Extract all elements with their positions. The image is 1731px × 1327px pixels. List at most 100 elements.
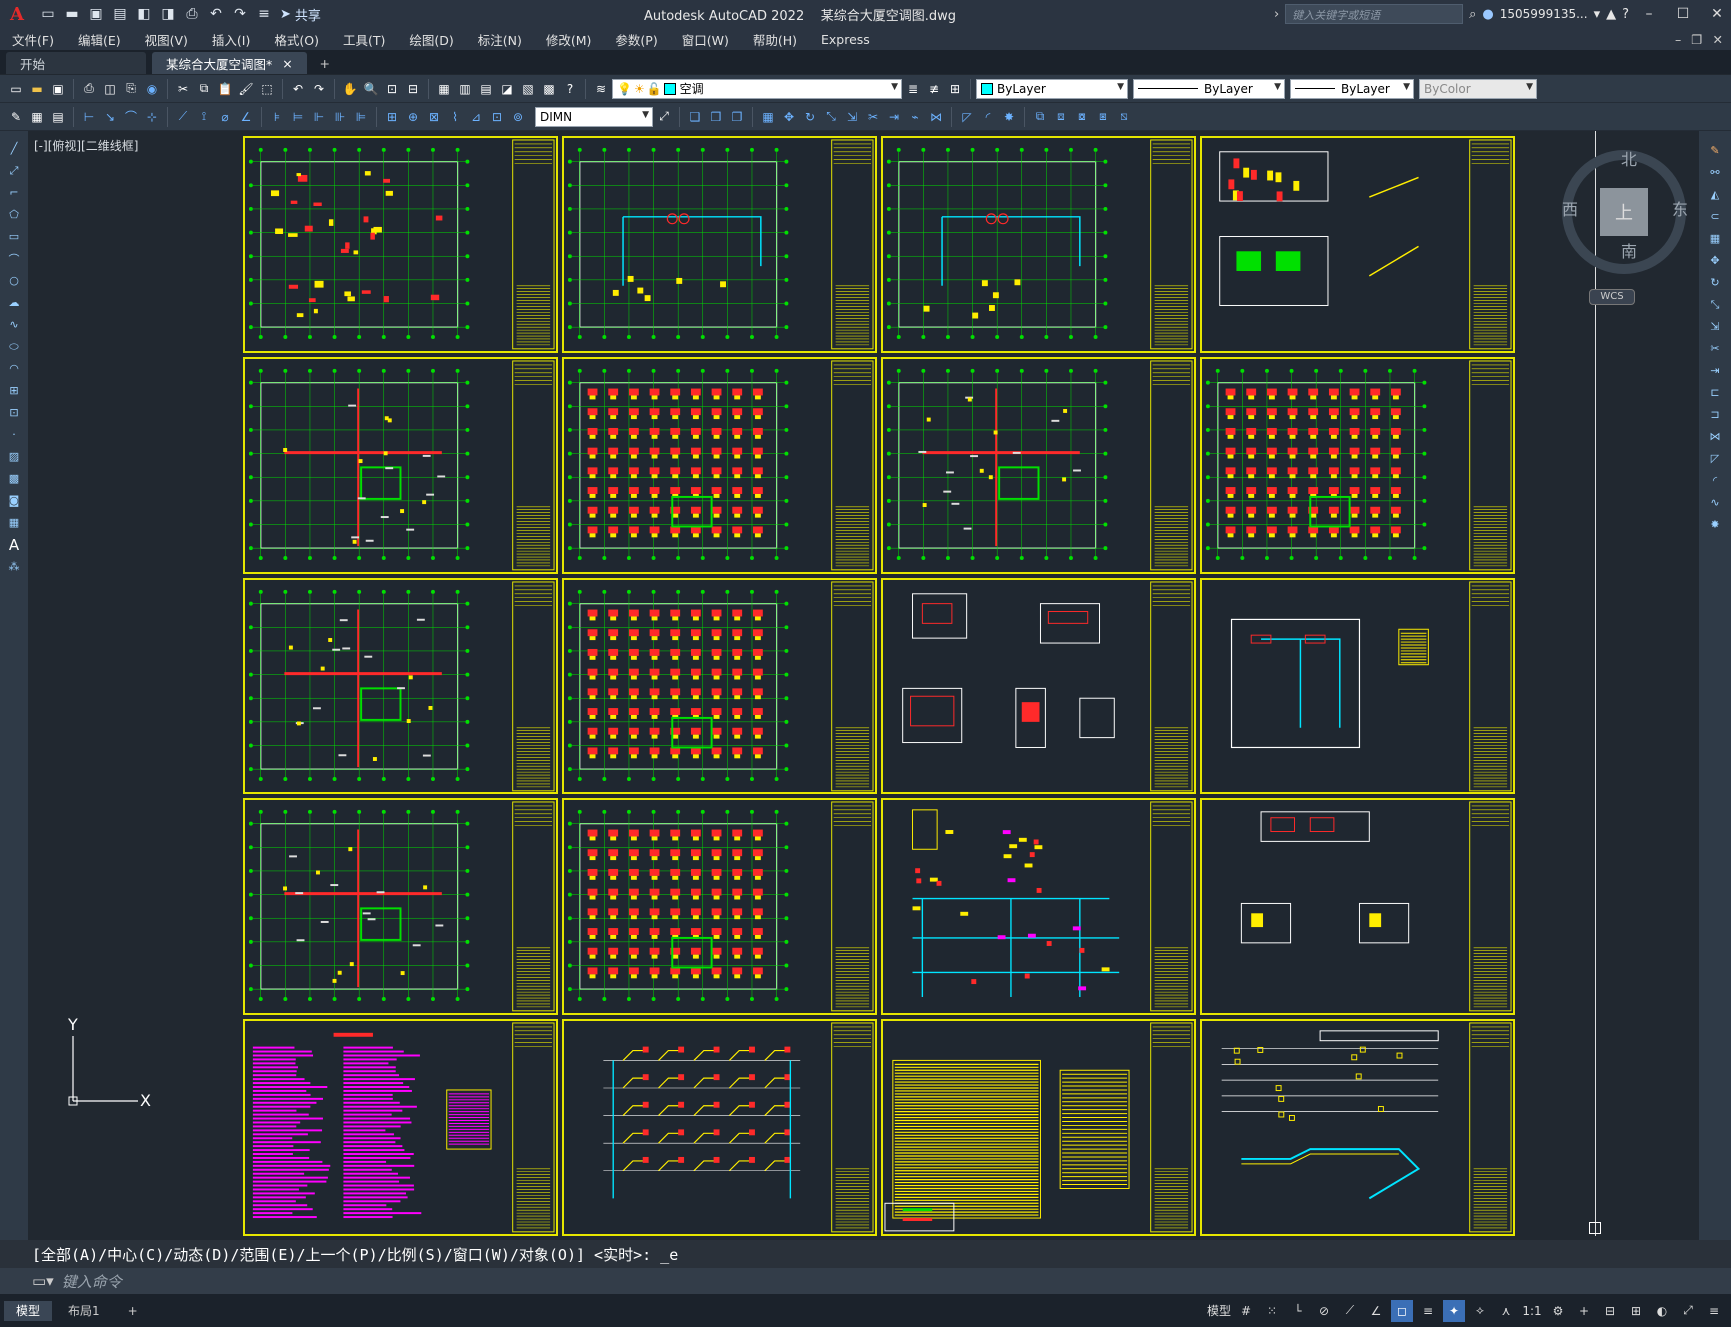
circle-icon[interactable]: ○ — [5, 271, 23, 290]
lineweight-icon[interactable]: ≡ — [1417, 1300, 1439, 1322]
wcs-menu[interactable]: WCS — [1589, 289, 1635, 305]
drawing-sheet[interactable] — [881, 136, 1196, 353]
hatch-back-icon[interactable]: ⧅ — [1115, 108, 1133, 126]
viewcube-west[interactable]: 西 — [1562, 196, 1578, 220]
region-icon[interactable]: ◙ — [5, 491, 23, 510]
menu-edit[interactable]: 编辑(E) — [66, 30, 133, 49]
offset-icon[interactable]: ⊂ — [1706, 207, 1724, 226]
block-editor-icon[interactable]: ⬚ — [258, 80, 276, 98]
menu-express[interactable]: Express — [809, 32, 882, 47]
continue-dim-icon[interactable]: ⊩ — [310, 108, 328, 126]
viewcube-south[interactable]: 南 — [1621, 238, 1637, 262]
ortho-icon[interactable]: └ — [1287, 1300, 1309, 1322]
viewcube-top-face[interactable]: 上 — [1600, 188, 1648, 236]
break-point-icon[interactable]: ⊏ — [1706, 383, 1724, 402]
dimstyle-dropdown[interactable]: DIMN ▼ — [535, 106, 653, 127]
close-tab-icon[interactable]: × — [282, 56, 292, 71]
user-name[interactable]: 1505999135... — [1500, 7, 1588, 21]
annotation-visibility-icon[interactable]: ⋏ — [1495, 1300, 1517, 1322]
selection-cycling-icon[interactable]: ⟡ — [1469, 1300, 1491, 1322]
explode-icon[interactable]: ✸ — [1000, 108, 1018, 126]
chamfer-icon[interactable]: ◸ — [958, 108, 976, 126]
drawing-sheet[interactable] — [1200, 1019, 1515, 1236]
tolerance-icon[interactable]: ⊞ — [383, 108, 401, 126]
erase-icon[interactable]: ✎ — [1706, 141, 1724, 160]
move-icon[interactable]: ✥ — [780, 108, 798, 126]
trim-icon[interactable]: ✂ — [864, 108, 882, 126]
viewcube[interactable]: 北 南 西 东 上 — [1562, 150, 1688, 274]
open-icon[interactable]: ▬ — [28, 80, 46, 98]
tab-document[interactable]: 某综合大厦空调图* × — [152, 52, 307, 74]
transparency-icon[interactable]: ✦ — [1443, 1299, 1465, 1322]
customize-qa-icon[interactable]: ≡ — [254, 4, 274, 24]
save-web-icon[interactable]: ◨ — [158, 4, 178, 24]
units-icon[interactable]: ⊟ — [1599, 1300, 1621, 1322]
scale-icon[interactable]: ⤡ — [1706, 295, 1724, 314]
menu-insert[interactable]: 插入(I) — [200, 30, 262, 49]
ordinate-dim-icon[interactable]: ⊹ — [143, 108, 161, 126]
copy-icon[interactable]: ⚯ — [1706, 163, 1724, 182]
stretch-icon[interactable]: ⇲ — [843, 108, 861, 126]
arc-icon[interactable]: ⌒ — [5, 249, 23, 268]
drawing-sheet[interactable] — [243, 136, 558, 353]
make-block-icon[interactable]: ⊡ — [5, 403, 23, 422]
drawing-sheet[interactable] — [1200, 577, 1515, 795]
new-file-icon[interactable]: ▭ — [38, 4, 58, 24]
design-center-icon[interactable]: ▥ — [456, 80, 474, 98]
array-icon[interactable]: ▦ — [759, 108, 777, 126]
spline-icon[interactable]: ∿ — [5, 315, 23, 334]
publish-icon[interactable]: ⎘ — [122, 80, 140, 98]
drawing-sheet[interactable] — [562, 798, 877, 1016]
menu-draw[interactable]: 绘图(D) — [397, 30, 465, 49]
layer-properties-icon[interactable]: ≋ — [592, 80, 610, 98]
markup-icon[interactable]: ▧ — [519, 80, 537, 98]
zoom-realtime-icon[interactable]: 🔍 — [362, 80, 380, 98]
drawing-sheet[interactable] — [243, 798, 558, 1016]
undo-icon[interactable]: ↶ — [289, 80, 307, 98]
add-icon[interactable]: + — [1573, 1300, 1595, 1322]
help-icon[interactable]: ? — [561, 80, 579, 98]
tab-layout1[interactable]: 布局1 — [56, 1301, 112, 1321]
mirror-icon[interactable]: ❒ — [707, 108, 725, 126]
color-dropdown[interactable]: ByLayer ▼ — [976, 78, 1128, 99]
center-mark-icon[interactable]: ⊕ — [404, 108, 422, 126]
drawing-sheet[interactable] — [881, 577, 1196, 795]
jogged-linear-icon[interactable]: ⌇ — [446, 108, 464, 126]
annotation-scale[interactable]: 1:1 — [1521, 1300, 1543, 1322]
break-dim-icon[interactable]: ⊫ — [352, 108, 370, 126]
mirror-icon[interactable]: ◭ — [1706, 185, 1724, 204]
blend-icon[interactable]: ∿ — [1706, 493, 1724, 512]
help-icon[interactable]: ? — [1622, 7, 1629, 22]
minimize-button[interactable]: – — [1635, 0, 1663, 28]
drawing-sheet[interactable] — [243, 1019, 558, 1236]
save-as-icon[interactable]: ▤ — [110, 4, 130, 24]
command-prompt-icon[interactable]: ▭▾ — [32, 1272, 54, 1290]
dim-text-edit-icon[interactable]: ⊡ — [488, 108, 506, 126]
text-front-icon[interactable]: ⧆ — [1094, 108, 1112, 126]
user-icon[interactable]: ● — [1482, 7, 1493, 22]
doc-restore-button[interactable]: ❐ — [1691, 32, 1702, 47]
copy-obj-icon[interactable]: ❑ — [686, 108, 704, 126]
redo-icon[interactable]: ↷ — [310, 80, 328, 98]
polar-icon[interactable]: ⊘ — [1313, 1300, 1335, 1322]
drawing-sheet[interactable] — [562, 577, 877, 795]
open-file-icon[interactable]: ▬ — [62, 4, 82, 24]
join-icon[interactable]: ⋈ — [927, 108, 945, 126]
array-icon[interactable]: ▦ — [1706, 229, 1724, 248]
save-icon[interactable]: ▣ — [49, 80, 67, 98]
gradient-icon[interactable]: ▩ — [5, 469, 23, 488]
search-input[interactable]: 键入关键字或短语 — [1285, 4, 1464, 24]
polyline-icon[interactable]: ⌐ — [5, 183, 23, 202]
space-dim-icon[interactable]: ⊪ — [331, 108, 349, 126]
model-viewport[interactable]: [-][俯视][二维线框] 北 南 西 东 上 WCS Y X — [30, 131, 1699, 1236]
drawing-sheet[interactable] — [1200, 136, 1515, 353]
new-tab-button[interactable]: + — [313, 52, 337, 74]
object-track-icon[interactable]: ∠ — [1365, 1300, 1387, 1322]
arc-length-icon[interactable]: ⌒ — [122, 108, 140, 126]
search-icon[interactable]: ⌕ — [1469, 7, 1476, 22]
layer-dropdown[interactable]: 💡 ☀ 🔓 空调 ▼ — [612, 78, 902, 99]
drawing-sheet[interactable] — [881, 356, 1196, 574]
fillet-icon[interactable]: ◜ — [1706, 471, 1724, 490]
drawing-sheet[interactable] — [1200, 798, 1515, 1016]
add-selected-icon[interactable]: ⁂ — [5, 557, 23, 576]
